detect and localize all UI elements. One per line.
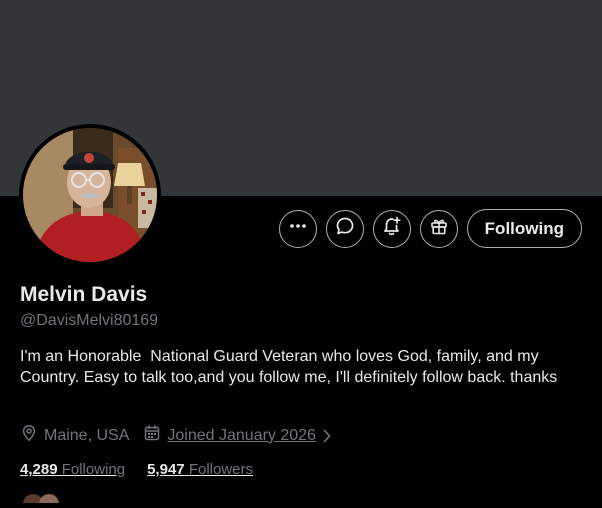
joined-text[interactable]: Joined January 2026 [167,427,316,445]
followers-label: Followers [188,461,253,478]
message-button[interactable] [325,209,364,248]
notify-button[interactable] [372,209,411,248]
following-stat[interactable]: 4,289 Following [20,461,125,478]
joined-date[interactable]: Joined January 2026 [143,424,338,447]
location: Maine, USA [20,424,129,447]
message-icon [335,216,355,241]
profile-handle: @DavisMelvi80169 [20,312,159,329]
chevron-right-icon[interactable] [322,428,338,444]
followers-count: 5,947 [147,461,185,478]
calendar-icon [143,424,167,447]
location-text: Maine, USA [44,426,130,444]
followed-by-avatars[interactable] [22,490,68,508]
notification-add-icon [381,215,403,242]
location-pin-icon [20,424,44,447]
profile-actions: Following [278,209,582,248]
profile-stats: 4,289 Following 5,947 Followers [20,461,253,478]
following-label: Following [61,461,126,478]
profile-bio: I'm an Honorable National Guard Veteran … [20,348,558,386]
following-count: 4,289 [20,461,58,478]
followers-stat[interactable]: 5,947 Followers [147,461,253,478]
avatar-photo [23,128,157,262]
more-button[interactable] [278,209,317,248]
profile-name: Melvin Davis [20,283,148,306]
gift-button[interactable] [419,209,458,248]
following-button[interactable]: Following [466,209,582,248]
more-icon [288,216,308,241]
gift-icon [429,216,449,241]
profile-meta: Maine, USA Joined January 2026 [20,424,338,447]
avatar[interactable] [19,124,161,266]
